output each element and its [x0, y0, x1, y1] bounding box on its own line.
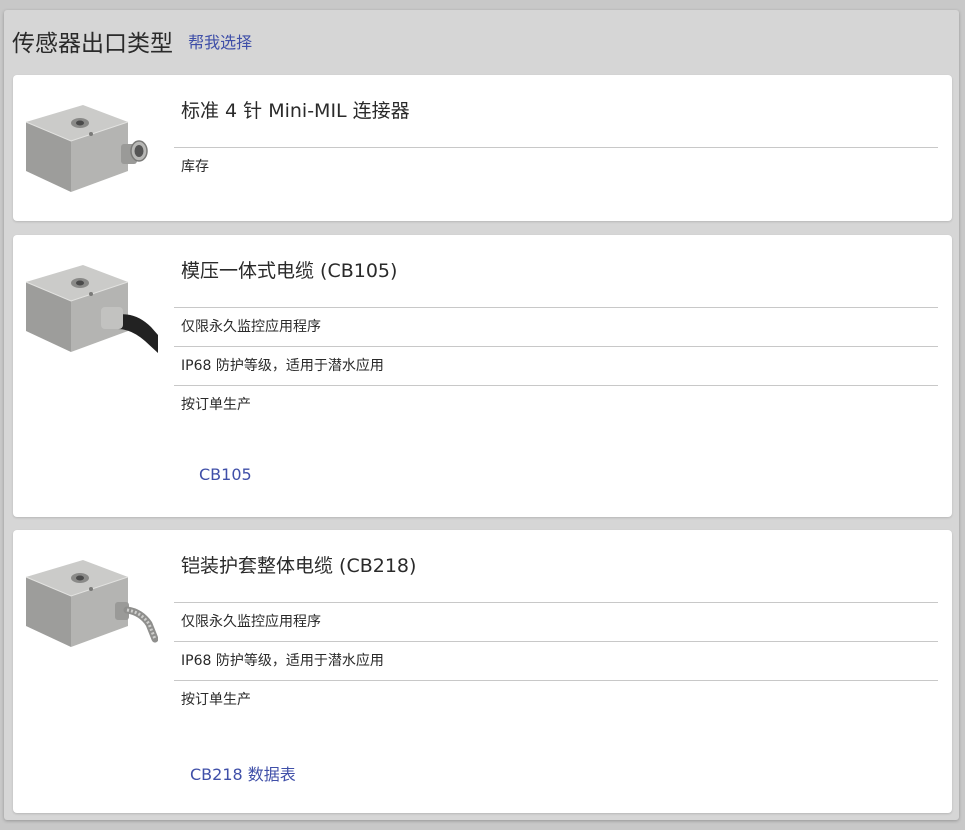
sensor-molded-cable-icon — [25, 265, 158, 353]
option-feature: 库存 — [181, 159, 209, 175]
option-card-molded-cable[interactable]: 模压一体式电缆 (CB105) 仅限永久监控应用程序 IP68 防护等级，适用于… — [13, 235, 952, 517]
option-details: 模压一体式电缆 (CB105) 仅限永久监控应用程序 IP68 防护等级，适用于… — [174, 235, 938, 424]
option-feature: IP68 防护等级，适用于潜水应用 — [174, 641, 938, 680]
option-title: 标准 4 针 Mini-MIL 连接器 — [174, 75, 938, 148]
option-title: 模压一体式电缆 (CB105) — [174, 235, 938, 308]
option-card-connector[interactable]: 标准 4 针 Mini-MIL 连接器 库存 — [13, 75, 952, 221]
panel-header: 传感器出口类型 帮我选择 — [12, 24, 252, 58]
sensor-connector-icon — [25, 105, 148, 192]
panel-title: 传感器出口类型 — [12, 31, 173, 57]
option-feature: 按订单生产 — [174, 680, 938, 719]
option-title: 铠装护套整体电缆 (CB218) — [174, 530, 938, 603]
cb105-link[interactable]: CB105 — [199, 465, 252, 484]
option-details: 标准 4 针 Mini-MIL 连接器 库存 — [174, 75, 938, 186]
sensor-exit-type-panel: 传感器出口类型 帮我选择 标准 4 针 Mini-MIL 连接器 库存 模压一体… — [4, 10, 959, 820]
option-feature: 仅限永久监控应用程序 — [181, 614, 321, 630]
option-feature: 仅限永久监控应用程序 — [181, 319, 321, 335]
option-feature: IP68 防护等级，适用于潜水应用 — [174, 346, 938, 385]
help-me-choose-link[interactable]: 帮我选择 — [188, 33, 252, 52]
option-details: 铠装护套整体电缆 (CB218) 仅限永久监控应用程序 IP68 防护等级，适用… — [174, 530, 938, 719]
option-card-armored-cable[interactable]: 铠装护套整体电缆 (CB218) 仅限永久监控应用程序 IP68 防护等级，适用… — [13, 530, 952, 813]
sensor-armored-cable-icon — [25, 560, 158, 647]
cb218-datasheet-link[interactable]: CB218 数据表 — [190, 761, 296, 785]
option-feature: 按订单生产 — [174, 385, 938, 424]
